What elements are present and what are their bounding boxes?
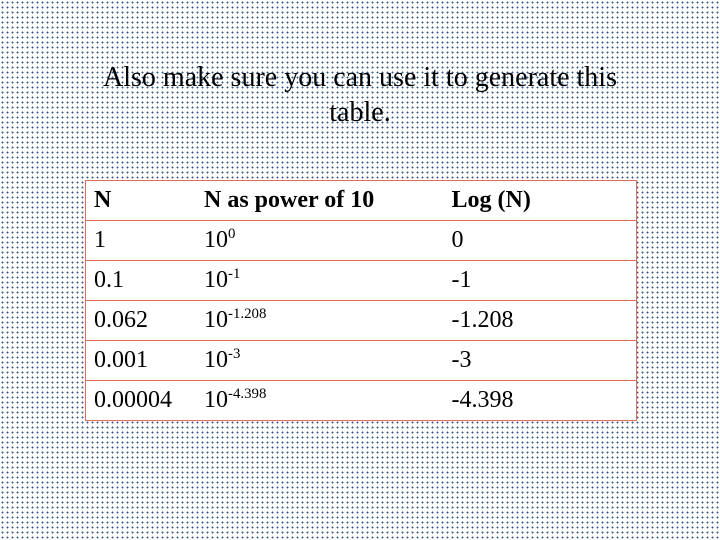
header-n: N	[86, 181, 196, 221]
cell-pow: 10-4.398	[196, 381, 444, 421]
caption-line-1: Also make sure you can use it to generat…	[103, 62, 617, 93]
log-table-container: N N as power of 10 Log (N) 1 100 0 0.1 1…	[85, 180, 637, 421]
pow-base: 10	[204, 267, 228, 293]
table-row: 0.1 10-1 -1	[86, 261, 636, 301]
pow-base: 10	[204, 227, 228, 253]
pow-exp: -3	[228, 346, 240, 362]
slide-caption: Also make sure you can use it to generat…	[0, 0, 720, 130]
cell-pow: 100	[196, 221, 444, 261]
pow-exp: -1	[228, 266, 240, 282]
cell-pow: 10-1	[196, 261, 444, 301]
cell-n: 0.00004	[86, 381, 196, 421]
cell-log: -4.398	[444, 381, 637, 421]
table-row: 1 100 0	[86, 221, 636, 261]
cell-log: -1	[444, 261, 637, 301]
header-pow: N as power of 10	[196, 181, 444, 221]
cell-n: 0.1	[86, 261, 196, 301]
table-row: 0.001 10-3 -3	[86, 341, 636, 381]
pow-exp: -1.208	[228, 306, 266, 322]
cell-n: 1	[86, 221, 196, 261]
table-header-row: N N as power of 10 Log (N)	[86, 181, 636, 221]
cell-log: -3	[444, 341, 637, 381]
cell-log: -1.208	[444, 301, 637, 341]
cell-n: 0.062	[86, 301, 196, 341]
table-row: 0.00004 10-4.398 -4.398	[86, 381, 636, 421]
pow-base: 10	[204, 347, 228, 373]
log-table: N N as power of 10 Log (N) 1 100 0 0.1 1…	[86, 181, 636, 420]
table-row: 0.062 10-1.208 -1.208	[86, 301, 636, 341]
cell-n: 0.001	[86, 341, 196, 381]
cell-log: 0	[444, 221, 637, 261]
header-log: Log (N)	[444, 181, 637, 221]
pow-base: 10	[204, 387, 228, 413]
pow-base: 10	[204, 307, 228, 333]
pow-exp: -4.398	[228, 386, 266, 402]
cell-pow: 10-1.208	[196, 301, 444, 341]
cell-pow: 10-3	[196, 341, 444, 381]
pow-exp: 0	[228, 226, 235, 242]
caption-line-2: table.	[329, 97, 390, 128]
